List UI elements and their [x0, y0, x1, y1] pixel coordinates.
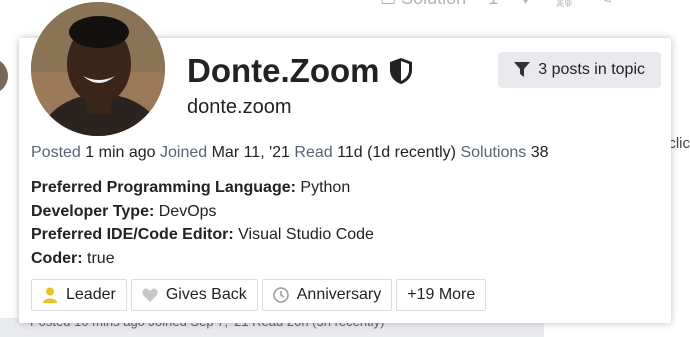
user-icon [43, 287, 57, 303]
solution-button[interactable]: ☐ Solution [380, 0, 466, 9]
username: donte.zoom [187, 96, 292, 118]
posted-value[interactable]: 1 min ago [85, 144, 155, 161]
badge-leader[interactable]: Leader [31, 279, 127, 311]
field-value: Python [300, 179, 351, 196]
badge-label: Gives Back [165, 286, 247, 303]
user-fields: Preferred Programming Language: Python D… [31, 176, 374, 270]
badge-anniversary[interactable]: Anniversary [261, 279, 393, 311]
field-row: Preferred Programming Language: Python [31, 176, 374, 200]
user-display-name-row: Donte.Zoom [187, 52, 413, 90]
field-row: Preferred IDE/Code Editor: Visual Studio… [31, 223, 374, 247]
background-avatar[interactable] [0, 58, 8, 94]
field-label: Preferred IDE/Code Editor: [31, 226, 234, 243]
shield-icon [390, 58, 413, 84]
read-label: Read [294, 144, 333, 161]
solutions-value: 38 [530, 144, 549, 161]
field-label: Coder: [31, 249, 83, 267]
joined-label: Joined [159, 144, 208, 161]
user-display-name[interactable]: Donte.Zoom [187, 52, 379, 90]
solution-label: Solution [401, 0, 466, 9]
field-label: Developer Type: [31, 202, 155, 220]
user-meta: Posted 1 min ago Joined Mar 11, '21 Read… [31, 144, 549, 162]
posts-in-topic-label: 3 posts in topic [538, 61, 645, 78]
solutions-label: Solutions [460, 144, 527, 161]
read-value: 11d (1d recently) [337, 144, 456, 161]
avatar-image [31, 2, 165, 136]
avatar[interactable] [31, 2, 165, 136]
like-count[interactable]: 1 [488, 0, 498, 9]
posted-label: Posted [31, 144, 81, 161]
clock-icon [273, 287, 289, 303]
heart-icon[interactable]: ♥ [520, 0, 531, 9]
field-label: Preferred Programming Language: [31, 179, 296, 196]
more-badges-button[interactable]: +19 More [396, 279, 487, 311]
edit-icon[interactable]: ✎ [598, 0, 613, 9]
field-value: true [87, 249, 115, 267]
field-row: Developer Type: DevOps [31, 200, 374, 224]
field-value: Visual Studio Code [238, 226, 374, 243]
posts-in-topic-button[interactable]: 3 posts in topic [498, 52, 661, 88]
badge-gives-back[interactable]: Gives Back [130, 279, 258, 311]
link-icon[interactable]: ⛓ [553, 0, 576, 9]
background-text: clic [668, 135, 690, 152]
filter-icon [514, 62, 531, 77]
user-card: Donte.Zoom donte.zoom 3 posts in topic P… [19, 2, 671, 323]
more-badges-label: +19 More [407, 286, 476, 303]
badge-label: Leader [66, 286, 116, 303]
badge-label: Anniversary [296, 286, 382, 303]
joined-value: Mar 11, '21 [211, 144, 290, 161]
field-value: DevOps [158, 202, 217, 220]
badge-list: Leader Gives Back Anniversary +19 More [31, 279, 487, 311]
post-toolbar: ☐ Solution 1 ♥ ⛓ ✎ [380, 0, 613, 9]
heart-icon [142, 288, 158, 302]
field-row: Coder: true [31, 247, 374, 271]
